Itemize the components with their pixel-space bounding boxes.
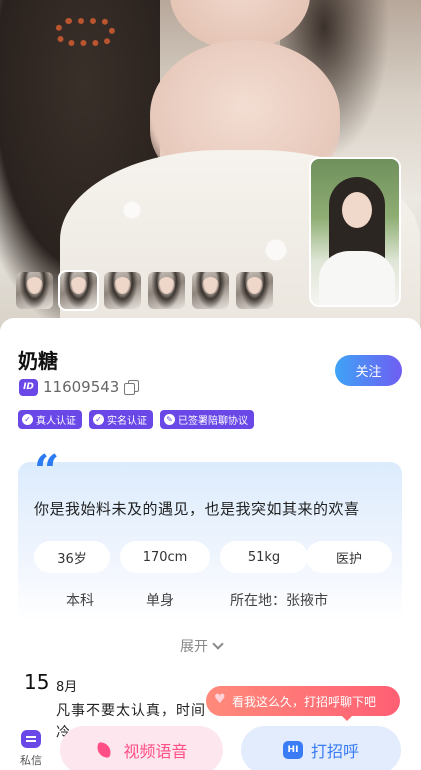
hi-icon: HI bbox=[282, 741, 303, 759]
photo-thumbnail[interactable] bbox=[192, 272, 229, 309]
tag-real-person: ✓ 真人认证 bbox=[18, 410, 82, 429]
check-icon: ✓ bbox=[22, 414, 33, 425]
tag-real-name: ✓ 实名认证 bbox=[89, 410, 153, 429]
info-education: 本科 bbox=[66, 593, 94, 609]
profile-page: 奶糖 ID 11609543 关注 ✓ 真人认证 ✓ 实名认证 ✎ 已签署陪聊协… bbox=[0, 0, 421, 770]
moment-month: 8月 bbox=[56, 680, 78, 695]
heart-icon: ♥ bbox=[214, 692, 226, 707]
tag-label: 实名认证 bbox=[107, 416, 147, 427]
tag-label: 真人认证 bbox=[36, 416, 76, 427]
chat-icon bbox=[21, 730, 41, 748]
user-id-row: ID 11609543 bbox=[19, 378, 140, 396]
video-voice-button[interactable]: 视频语音 bbox=[60, 726, 223, 770]
tag-agreement: ✎ 已签署陪聊协议 bbox=[160, 410, 254, 429]
chip-height: 170cm bbox=[120, 541, 210, 573]
follow-button[interactable]: 关注 bbox=[335, 355, 402, 386]
quote-icon: “ bbox=[34, 446, 60, 497]
private-message-label: 私信 bbox=[20, 754, 42, 767]
user-id: 11609543 bbox=[43, 378, 120, 396]
video-preview[interactable] bbox=[309, 157, 401, 307]
info-marital: 单身 bbox=[146, 593, 174, 609]
bio-text: 你是我始料未及的遇见，也是我突如其来的欢喜 bbox=[34, 500, 360, 518]
greet-button[interactable]: HI 打招呼 bbox=[241, 726, 401, 770]
expand-label: 展开 bbox=[180, 639, 208, 655]
chip-occupation: 医护 bbox=[306, 541, 392, 573]
greeting-tooltip[interactable]: ♥ 看我这么久，打招呼聊下吧 bbox=[206, 686, 400, 721]
photo-thumbnail[interactable] bbox=[148, 272, 185, 309]
photo-thumbnail[interactable] bbox=[16, 272, 53, 309]
verification-tags: ✓ 真人认证 ✓ 实名认证 ✎ 已签署陪聊协议 bbox=[18, 410, 254, 429]
greet-label: 打招呼 bbox=[310, 742, 359, 761]
copy-icon[interactable] bbox=[124, 380, 140, 395]
chevron-down-icon bbox=[212, 638, 224, 650]
chip-weight: 51kg bbox=[220, 541, 308, 573]
moment-day: 15 bbox=[24, 670, 50, 694]
profile-name: 奶糖 bbox=[18, 349, 58, 373]
photo-thumbnail[interactable] bbox=[104, 272, 141, 309]
photo-thumbnail[interactable] bbox=[58, 270, 99, 311]
photo-thumbnail[interactable] bbox=[236, 272, 273, 309]
tag-label: 已签署陪聊协议 bbox=[178, 416, 248, 427]
attribute-chips: 36岁 170cm 51kg 医护 bbox=[34, 541, 394, 573]
info-location: 所在地：张掖市 bbox=[230, 593, 328, 609]
phone-icon bbox=[95, 740, 115, 760]
chip-age: 36岁 bbox=[34, 541, 110, 573]
photo-thumbnails bbox=[16, 270, 273, 311]
id-icon: ID bbox=[19, 378, 38, 396]
signature-icon: ✎ bbox=[164, 414, 175, 425]
video-voice-label: 视频语音 bbox=[123, 742, 188, 761]
greeting-tooltip-text: 看我这么久，打招呼聊下吧 bbox=[232, 694, 377, 709]
private-message-button[interactable]: 私信 bbox=[14, 730, 48, 768]
expand-button[interactable]: 展开 bbox=[180, 636, 224, 656]
shield-check-icon: ✓ bbox=[93, 414, 104, 425]
